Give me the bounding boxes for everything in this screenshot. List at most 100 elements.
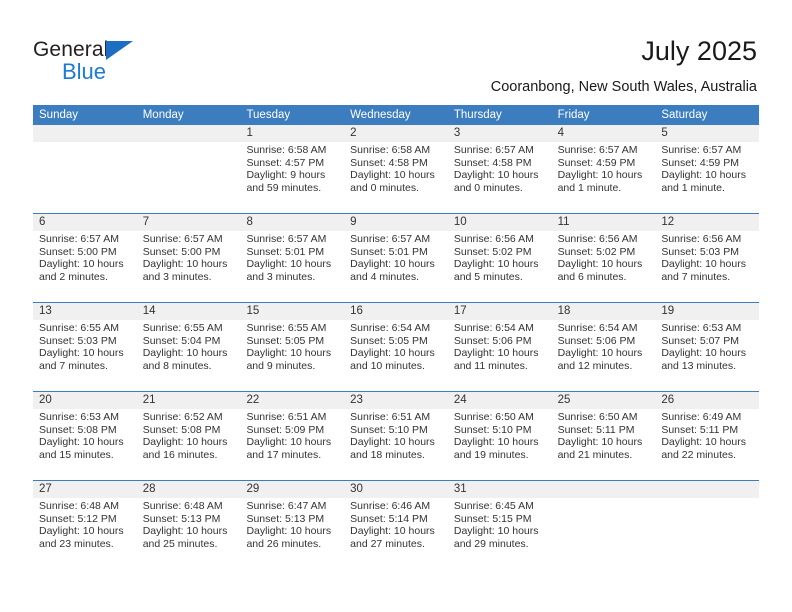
day-detail: Sunrise: 6:58 AM Sunset: 4:57 PM Daylight:… bbox=[240, 142, 344, 213]
day-detail-line: Sunset: 5:02 PM bbox=[557, 245, 636, 258]
day-cell-empty bbox=[137, 125, 241, 142]
day-detail: Sunrise: 6:57 AM Sunset: 5:01 PM Daylight:… bbox=[344, 231, 448, 302]
day-detail: Sunrise: 6:55 AM Sunset: 5:05 PM Daylight:… bbox=[240, 320, 344, 391]
day-detail-line: Sunrise: 6:48 AM bbox=[39, 500, 119, 512]
weekday-header-sunday: Sunday bbox=[39, 109, 79, 121]
day-detail-line: and 3 minutes. bbox=[246, 270, 316, 283]
general-blue-logo[interactable]: General Blue bbox=[33, 38, 163, 86]
day-number[interactable]: 28 bbox=[137, 481, 241, 498]
day-number[interactable]: 24 bbox=[448, 392, 552, 409]
day-number[interactable]: 16 bbox=[344, 303, 448, 320]
day-cell-empty bbox=[552, 481, 656, 498]
day-detail-line: Sunset: 5:11 PM bbox=[661, 423, 739, 436]
day-number[interactable]: 6 bbox=[33, 214, 137, 231]
day-detail-line: Daylight: 10 hours bbox=[557, 258, 643, 271]
day-detail-line: Daylight: 10 hours bbox=[350, 169, 435, 182]
weekday-header-row: Sunday Monday Tuesday Wednesday Thursday Frid… bbox=[33, 105, 759, 125]
day-number[interactable]: 27 bbox=[33, 481, 137, 498]
page-subtitle: Cooranbong, New South Wales, Australia bbox=[490, 79, 757, 95]
day-detail-line: and 0 minutes. bbox=[453, 181, 523, 194]
weekday-header-wednesday: Wednesday bbox=[350, 109, 411, 121]
date-detail-band: Sunrise: 6:55 AM Sunset: 5:03 PM Daylight:… bbox=[33, 320, 759, 391]
day-number[interactable]: 11 bbox=[552, 214, 656, 231]
day-detail-line: Sunset: 5:06 PM bbox=[453, 334, 532, 347]
day-detail-line: Sunset: 5:14 PM bbox=[350, 512, 428, 525]
day-number[interactable]: 29 bbox=[240, 481, 344, 498]
day-number[interactable]: 21 bbox=[137, 392, 241, 409]
day-detail-line: Sunset: 4:58 PM bbox=[453, 156, 532, 169]
day-number[interactable]: 1 bbox=[240, 125, 344, 142]
day-detail-line: Sunset: 5:00 PM bbox=[39, 245, 117, 258]
day-number[interactable]: 17 bbox=[448, 303, 552, 320]
day-number[interactable]: 22 bbox=[240, 392, 344, 409]
day-number[interactable]: 9 bbox=[344, 214, 448, 231]
day-detail-line: Sunset: 5:03 PM bbox=[661, 245, 739, 258]
day-detail-line: and 5 minutes. bbox=[453, 270, 523, 283]
day-detail-line: Sunset: 4:59 PM bbox=[661, 156, 739, 169]
day-detail-line: Daylight: 10 hours bbox=[142, 436, 228, 449]
day-detail: Sunrise: 6:47 AM Sunset: 5:13 PM Daylight:… bbox=[240, 498, 344, 569]
day-detail-line: Sunrise: 6:52 AM bbox=[142, 411, 223, 423]
date-number-band: 27 28 29 30 31 bbox=[33, 481, 759, 498]
day-detail-line: Sunset: 5:05 PM bbox=[350, 334, 428, 347]
day-number[interactable]: 13 bbox=[33, 303, 137, 320]
day-detail: Sunrise: 6:55 AM Sunset: 5:03 PM Daylight:… bbox=[33, 320, 137, 391]
day-detail-line: Sunrise: 6:57 AM bbox=[557, 144, 638, 156]
calendar-week-row: 1 2 3 4 5 Sunrise: 6:58 AM Sunset: 4:57 PM Dayl… bbox=[33, 125, 759, 213]
day-number[interactable]: 26 bbox=[655, 392, 759, 409]
day-number[interactable]: 10 bbox=[448, 214, 552, 231]
day-detail-line: Daylight: 10 hours bbox=[557, 169, 643, 182]
day-number[interactable]: 12 bbox=[655, 214, 759, 231]
day-number[interactable]: 19 bbox=[655, 303, 759, 320]
day-detail-line: Sunrise: 6:58 AM bbox=[350, 144, 431, 156]
day-detail-line: Sunrise: 6:48 AM bbox=[142, 500, 223, 512]
day-number[interactable]: 20 bbox=[33, 392, 137, 409]
day-detail-line: Sunrise: 6:57 AM bbox=[246, 233, 327, 245]
day-detail-line: Sunset: 5:11 PM bbox=[557, 423, 635, 436]
day-number[interactable]: 7 bbox=[137, 214, 241, 231]
day-detail-line: and 19 minutes. bbox=[453, 448, 529, 461]
day-detail-line: and 3 minutes. bbox=[142, 270, 212, 283]
day-number[interactable]: 2 bbox=[344, 125, 448, 142]
day-number[interactable]: 14 bbox=[137, 303, 241, 320]
day-detail-line: Sunrise: 6:50 AM bbox=[453, 411, 534, 423]
day-detail-line: Daylight: 10 hours bbox=[453, 525, 539, 538]
day-detail: Sunrise: 6:57 AM Sunset: 5:00 PM Daylight:… bbox=[137, 231, 241, 302]
day-detail: Sunrise: 6:49 AM Sunset: 5:11 PM Daylight:… bbox=[655, 409, 759, 480]
day-number[interactable]: 8 bbox=[240, 214, 344, 231]
day-number[interactable]: 18 bbox=[552, 303, 656, 320]
day-detail: Sunrise: 6:58 AM Sunset: 4:58 PM Daylight:… bbox=[344, 142, 448, 213]
day-detail: Sunrise: 6:57 AM Sunset: 4:59 PM Daylight:… bbox=[655, 142, 759, 213]
day-detail-line: Sunrise: 6:53 AM bbox=[39, 411, 119, 423]
day-number[interactable]: 31 bbox=[448, 481, 552, 498]
day-detail-line: Sunset: 5:02 PM bbox=[453, 245, 532, 258]
day-number[interactable]: 30 bbox=[344, 481, 448, 498]
day-detail-line: Sunrise: 6:50 AM bbox=[557, 411, 638, 423]
page-title: July 2025 bbox=[641, 36, 757, 66]
day-number[interactable]: 25 bbox=[552, 392, 656, 409]
day-detail-line: Sunrise: 6:46 AM bbox=[350, 500, 431, 512]
day-number[interactable]: 23 bbox=[344, 392, 448, 409]
date-detail-band: Sunrise: 6:57 AM Sunset: 5:00 PM Daylight:… bbox=[33, 231, 759, 302]
day-number[interactable]: 5 bbox=[655, 125, 759, 142]
day-detail-line: Sunrise: 6:55 AM bbox=[39, 322, 119, 334]
day-detail-line: and 1 minute. bbox=[557, 181, 622, 194]
day-detail-line: Sunset: 5:06 PM bbox=[557, 334, 636, 347]
day-detail: Sunrise: 6:54 AM Sunset: 5:06 PM Daylight:… bbox=[448, 320, 552, 391]
day-number[interactable]: 3 bbox=[448, 125, 552, 142]
day-number[interactable]: 4 bbox=[552, 125, 656, 142]
day-detail: Sunrise: 6:56 AM Sunset: 5:02 PM Daylight:… bbox=[552, 231, 656, 302]
day-detail: Sunrise: 6:50 AM Sunset: 5:11 PM Daylight:… bbox=[552, 409, 656, 480]
day-detail-line: Daylight: 10 hours bbox=[246, 258, 332, 271]
day-detail-line: Daylight: 10 hours bbox=[39, 525, 124, 538]
logo-triangle-icon bbox=[106, 41, 133, 60]
weekday-header-monday: Monday bbox=[142, 109, 184, 121]
day-detail: Sunrise: 6:51 AM Sunset: 5:09 PM Daylight:… bbox=[240, 409, 344, 480]
date-detail-band: Sunrise: 6:53 AM Sunset: 5:08 PM Daylight:… bbox=[33, 409, 759, 480]
day-detail-line: Sunrise: 6:53 AM bbox=[661, 322, 742, 334]
day-detail-line: Daylight: 10 hours bbox=[246, 347, 332, 360]
day-detail-line: and 11 minutes. bbox=[453, 359, 528, 372]
day-cell-empty bbox=[33, 125, 137, 142]
day-detail-line: Sunrise: 6:58 AM bbox=[246, 144, 327, 156]
day-number[interactable]: 15 bbox=[240, 303, 344, 320]
